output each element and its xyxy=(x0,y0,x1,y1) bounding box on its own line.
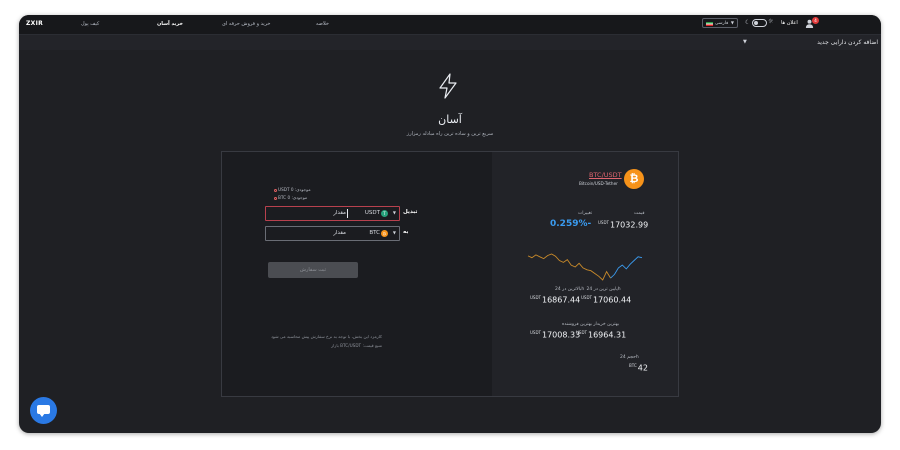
radio-icon xyxy=(274,188,277,192)
page-subtitle: سریع ترین و ساده ترین راه مبادله رمزارز xyxy=(406,131,494,137)
convert-label: تبدیل xyxy=(403,209,418,215)
chevron-down-icon: ▼ xyxy=(730,20,734,25)
top-navigation-bar: ZXIR کیف پول خرید آسان خرید و فروش حرفه … xyxy=(19,15,881,34)
price-source-note: منبع قیمت: BTC/USDT بازار xyxy=(331,343,382,348)
low-24h-value: USDT16867.44 xyxy=(530,295,581,305)
inventory-btc: BTC موجودی: 0 xyxy=(274,195,307,200)
market-info: BTC/USDT Bitcoin/USD-Tether ₿ قیمت تغییر… xyxy=(492,152,678,396)
order-form: USDT موجودی: 0 BTC موجودی: 0 مقدار USDT … xyxy=(222,152,492,396)
volume-value: BTC42 xyxy=(629,363,648,373)
support-chat-button[interactable] xyxy=(30,397,57,424)
inventory-usdt: USDT موجودی: 0 xyxy=(274,187,311,192)
usdt-icon: T xyxy=(381,210,388,217)
sun-icon: ☼ xyxy=(768,18,774,25)
change-value: 0.259%- xyxy=(550,219,592,229)
easy-exchange-panel: USDT موجودی: 0 BTC موجودی: 0 مقدار USDT … xyxy=(221,151,679,397)
from-coin-label[interactable]: USDT xyxy=(365,210,380,216)
iran-flag-icon xyxy=(706,21,713,26)
nav-pro-trade[interactable]: خرید و فروش حرفه ای xyxy=(222,21,271,27)
app-window: ZXIR کیف پول خرید آسان خرید و فروش حرفه … xyxy=(19,15,881,433)
lightning-icon xyxy=(439,73,457,99)
language-label: فارسی xyxy=(715,20,729,26)
logo[interactable]: ZXIR xyxy=(26,20,43,27)
market-pair-name: Bitcoin/USD-Tether xyxy=(579,181,618,186)
change-label: تغییرات xyxy=(578,211,593,216)
market-pair-link[interactable]: BTC/USDT xyxy=(589,171,622,179)
submit-order-button[interactable]: ثبت سفارش xyxy=(268,262,358,278)
from-amount-input[interactable]: مقدار xyxy=(333,210,346,216)
range-label: بالاترین در 24h پایین ترین در 24h xyxy=(555,287,622,292)
price-label: قیمت xyxy=(634,211,645,216)
bid-ask-label: بهترین خریدار بهترین فروشنده xyxy=(562,322,619,327)
to-amount-field[interactable]: مقدار BTC ₿ ▼ xyxy=(265,226,400,241)
notifications-label[interactable]: اعلان ها xyxy=(781,20,798,26)
price-value: USDT17032.99 xyxy=(598,220,649,230)
best-seller-value: USDT16964.31 xyxy=(576,330,627,340)
chevron-down-icon[interactable]: ▼ xyxy=(743,39,747,45)
to-label: به xyxy=(403,229,409,235)
sparkline-segment-up xyxy=(610,256,643,279)
asset-bar: اضافه کردن دارایی جدید ▼ xyxy=(19,34,881,50)
to-amount-input[interactable]: مقدار xyxy=(333,230,346,236)
best-buyer-value: USDT17008.33 xyxy=(530,330,581,340)
add-asset-button[interactable]: اضافه کردن دارایی جدید xyxy=(817,39,878,46)
chevron-down-icon[interactable]: ▼ xyxy=(393,230,396,235)
high-24h-value: USDT17060.44 xyxy=(581,295,632,305)
page-title: آسان xyxy=(438,113,462,126)
language-select[interactable]: فارسی ▼ xyxy=(702,18,738,28)
bitcoin-icon: ₿ xyxy=(624,169,644,189)
from-amount-field[interactable]: مقدار USDT T ▼ xyxy=(265,206,400,221)
sparkline-segment-down xyxy=(527,253,611,281)
chevron-down-icon[interactable]: ▼ xyxy=(393,210,396,215)
price-sparkline xyxy=(527,253,643,281)
nav-summary[interactable]: خلاصه xyxy=(316,21,329,27)
fee-note: کارمزد این بخش، با توجه به نرخ سفارش پیش… xyxy=(271,334,382,339)
nav-wallet[interactable]: کیف پول xyxy=(81,21,99,27)
text-cursor xyxy=(347,209,348,218)
notification-count-badge: 4 xyxy=(812,17,819,24)
moon-icon: ☾ xyxy=(745,19,751,26)
volume-label: حجم 24h xyxy=(620,355,640,360)
nav-easy-buy[interactable]: خرید آسان xyxy=(157,21,183,27)
to-coin-label[interactable]: BTC xyxy=(369,230,380,236)
radio-icon xyxy=(274,196,277,200)
btc-icon: ₿ xyxy=(381,230,388,237)
theme-toggle[interactable] xyxy=(752,19,767,27)
